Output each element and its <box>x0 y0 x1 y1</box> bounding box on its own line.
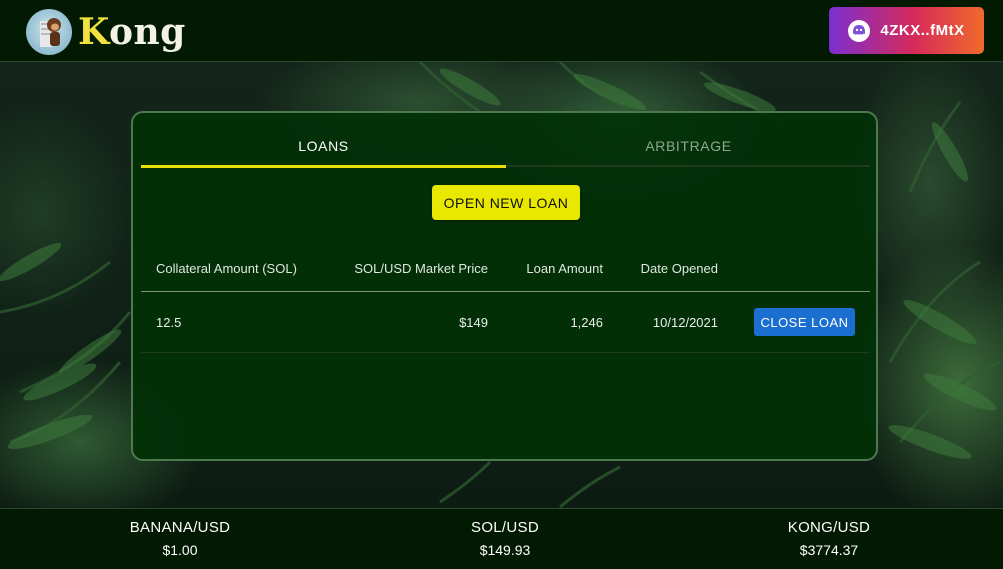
price-ticker-footer: BANANA/USD $1.00 SOL/USD $149.93 KONG/US… <box>0 508 1003 569</box>
column-header-market-price: SOL/USD Market Price <box>354 260 488 276</box>
ticker-banana-usd: BANANA/USD $1.00 <box>80 519 280 558</box>
brand-logo[interactable]: Kong <box>26 9 186 55</box>
ticker-price: $3774.37 <box>799 542 859 558</box>
ticker-pair: KONG/USD <box>787 519 871 536</box>
wallet-address: 4ZKX..fMtX <box>880 22 965 39</box>
ticker-price: $149.93 <box>479 542 531 558</box>
brand-initial: K <box>78 11 109 53</box>
brand-rest: ong <box>109 11 186 53</box>
loans-table: Collateral Amount (SOL) SOL/USD Market P… <box>141 245 870 353</box>
tab-loans[interactable]: LOANS <box>141 127 506 168</box>
column-header-date-opened: Date Opened <box>640 260 718 276</box>
ticker-sol-usd: SOL/USD $149.93 <box>405 519 605 558</box>
column-header-collateral: Collateral Amount (SOL) <box>156 260 297 276</box>
table-header-row: Collateral Amount (SOL) SOL/USD Market P… <box>141 245 870 292</box>
cell-loan-amount: 1,246 <box>570 314 603 330</box>
cell-collateral: 12.5 <box>156 314 182 330</box>
open-new-loan-button[interactable]: OPEN NEW LOAN <box>432 185 580 220</box>
ghost-icon <box>848 19 871 42</box>
monkey-logo-icon <box>26 9 72 55</box>
close-loan-button[interactable]: CLOSE LOAN <box>754 308 855 336</box>
ticker-price: $1.00 <box>162 542 198 558</box>
brand-name: Kong <box>78 9 186 55</box>
ticker-pair: SOL/USD <box>471 519 539 536</box>
cell-market-price: $149 <box>459 314 488 330</box>
top-header: Kong 4ZKX..fMtX <box>0 0 1003 62</box>
cell-date-opened: 10/12/2021 <box>652 314 718 330</box>
table-row: 12.5 $149 1,246 10/12/2021 CLOSE LOAN <box>141 292 870 353</box>
loans-card: LOANS ARBITRAGE OPEN NEW LOAN Collateral… <box>131 111 878 461</box>
tab-arbitrage[interactable]: ARBITRAGE <box>506 127 871 165</box>
column-header-loan-amount: Loan Amount <box>526 260 603 276</box>
tab-bar: LOANS ARBITRAGE <box>141 127 871 168</box>
wallet-button[interactable]: 4ZKX..fMtX <box>829 7 984 54</box>
ticker-kong-usd: KONG/USD $3774.37 <box>729 519 929 558</box>
ticker-pair: BANANA/USD <box>129 519 231 536</box>
